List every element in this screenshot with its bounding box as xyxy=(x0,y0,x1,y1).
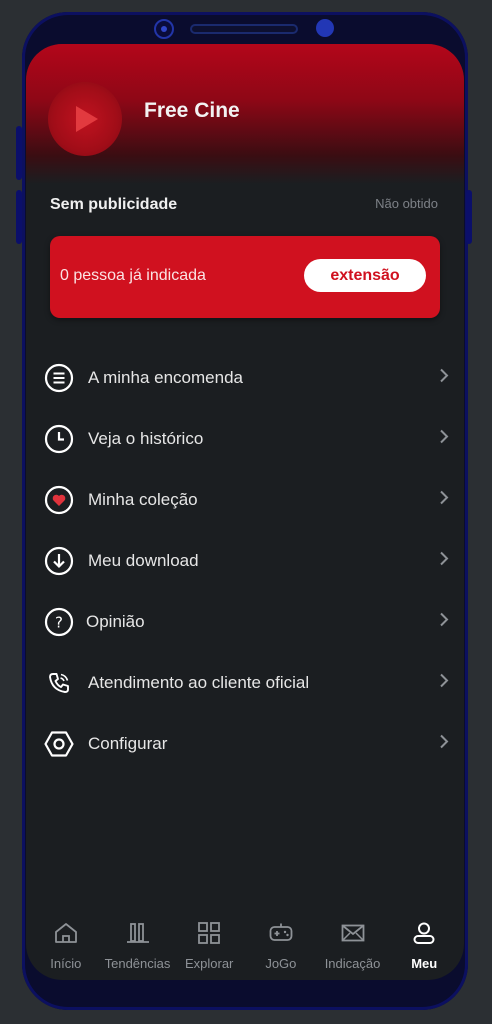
user-icon xyxy=(411,920,437,951)
chevron-right-icon xyxy=(438,610,450,633)
profile-header: Free Cine xyxy=(26,44,464,184)
phone-side-button xyxy=(16,126,22,180)
menu-item-settings[interactable]: Configurar xyxy=(26,713,464,774)
subscription-status: Não obtido xyxy=(375,196,438,211)
chevron-right-icon xyxy=(438,549,450,572)
nav-label: Tendências xyxy=(104,956,171,971)
app-title: Free Cine xyxy=(144,99,240,122)
speaker-grille xyxy=(190,24,298,34)
front-camera-icon xyxy=(154,19,174,39)
nav-label: Explorar xyxy=(184,956,234,971)
play-icon xyxy=(76,106,98,132)
home-icon xyxy=(53,920,79,951)
list-icon xyxy=(44,363,74,393)
phone-side-button xyxy=(466,190,472,244)
menu-item-feedback[interactable]: ? Opinião xyxy=(26,591,464,652)
menu-item-download[interactable]: Meu download xyxy=(26,530,464,591)
app-logo[interactable] xyxy=(48,82,122,156)
menu-list: A minha encomenda Veja o histórico Minha… xyxy=(26,347,464,774)
trending-icon xyxy=(125,920,151,951)
chevron-right-icon xyxy=(438,366,450,389)
menu-item-customer-service[interactable]: Atendimento ao cliente oficial xyxy=(26,652,464,713)
nav-item-trending[interactable]: Tendências xyxy=(102,906,174,980)
bottom-navigation: Início Tendências Explorar JoGo Indicaçã xyxy=(26,906,464,980)
referral-banner[interactable]: 0 pessoa já indicada extensão xyxy=(50,236,440,318)
menu-item-history[interactable]: Veja o histórico xyxy=(26,408,464,469)
phone-icon xyxy=(44,668,74,698)
menu-item-collection[interactable]: Minha coleção xyxy=(26,469,464,530)
chevron-right-icon xyxy=(438,488,450,511)
download-icon xyxy=(44,546,74,576)
menu-item-label: Atendimento ao cliente oficial xyxy=(88,672,310,692)
subscription-label: Sem publicidade xyxy=(50,196,178,213)
svg-text:?: ? xyxy=(55,613,63,631)
menu-item-label: Veja o histórico xyxy=(88,428,204,448)
phone-side-button xyxy=(16,190,22,244)
menu-item-label: A minha encomenda xyxy=(88,367,243,387)
menu-item-label: Minha coleção xyxy=(88,489,198,509)
nav-label: Indicação xyxy=(324,956,381,971)
menu-item-label: Meu download xyxy=(88,550,199,570)
heart-icon xyxy=(44,485,74,515)
nav-item-me[interactable]: Meu xyxy=(388,906,460,980)
mail-icon xyxy=(340,920,366,951)
nav-item-game[interactable]: JoGo xyxy=(245,906,317,980)
chevron-right-icon xyxy=(438,671,450,694)
nav-label: JoGo xyxy=(265,956,297,971)
question-icon: ? xyxy=(44,607,74,637)
app-screen: Free Cine Sem publicidade Não obtido 0 p… xyxy=(26,44,464,980)
settings-icon xyxy=(44,729,74,759)
chevron-right-icon xyxy=(438,427,450,450)
nav-label: Meu xyxy=(411,956,438,971)
nav-item-explore[interactable]: Explorar xyxy=(173,906,245,980)
menu-item-label: Opinião xyxy=(86,611,145,631)
grid-icon xyxy=(196,920,222,951)
menu-item-label: Configurar xyxy=(88,733,168,753)
nav-item-referral[interactable]: Indicação xyxy=(317,906,389,980)
nav-item-home[interactable]: Início xyxy=(30,906,102,980)
proximity-sensor-icon xyxy=(316,19,334,37)
referral-text: 0 pessoa já indicada xyxy=(60,267,206,284)
clock-icon xyxy=(44,424,74,454)
extension-button[interactable]: extensão xyxy=(304,259,426,292)
gamepad-icon xyxy=(268,920,294,951)
chevron-right-icon xyxy=(438,732,450,755)
nav-label: Início xyxy=(50,956,82,971)
menu-item-orders[interactable]: A minha encomenda xyxy=(26,347,464,408)
